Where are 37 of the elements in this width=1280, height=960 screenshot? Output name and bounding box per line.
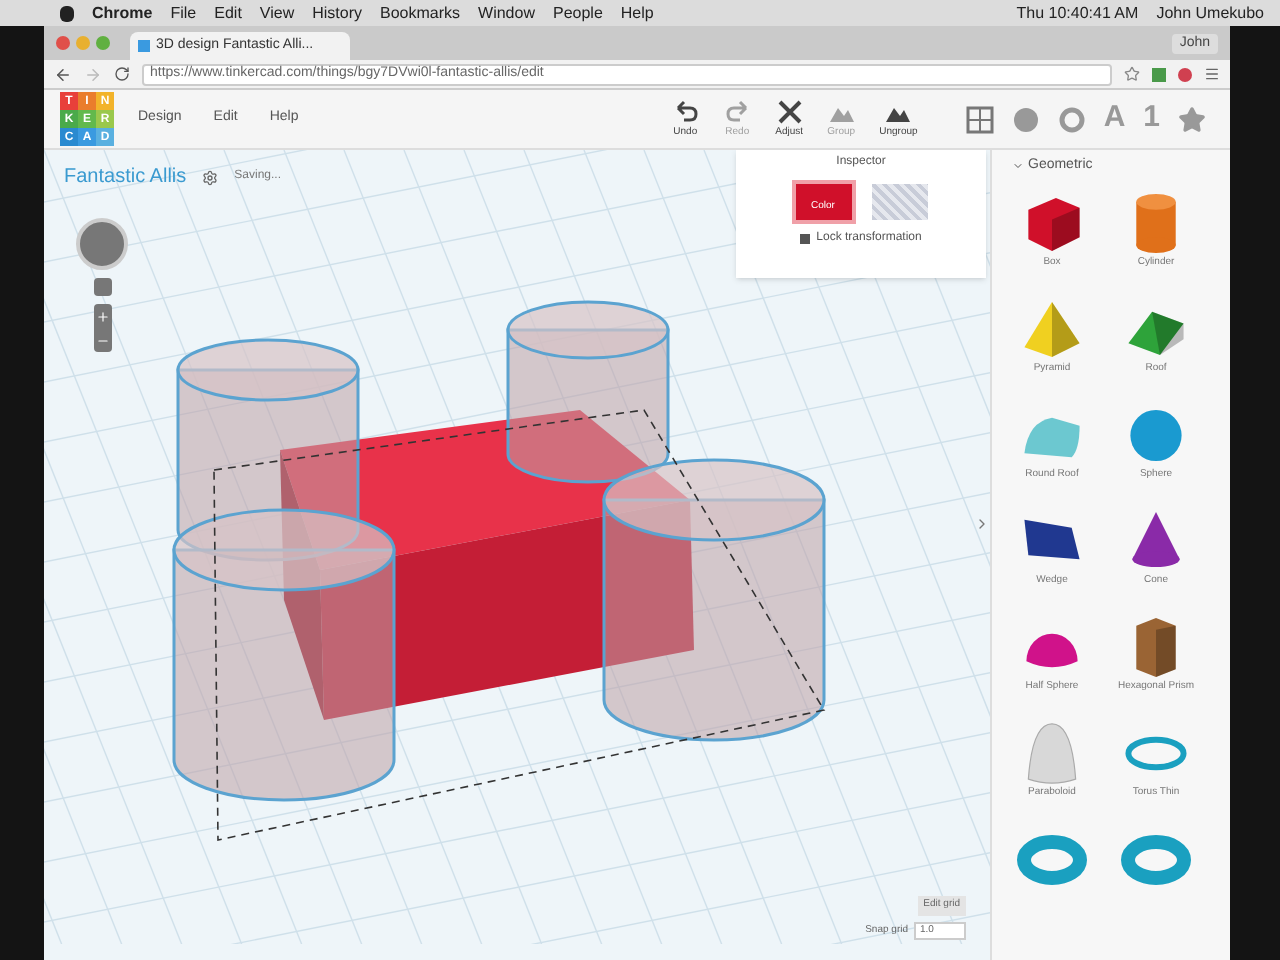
favicon-icon	[138, 40, 150, 52]
cylinder-hole[interactable]	[602, 458, 826, 742]
zoom-out-button[interactable]	[93, 328, 111, 352]
menu-bar-item[interactable]: File	[170, 1, 197, 25]
menu-bar-item[interactable]: History	[312, 1, 363, 25]
fit-view-icon[interactable]	[93, 278, 111, 296]
close-icon	[775, 100, 804, 124]
menu-bar-item[interactable]: Help	[620, 1, 654, 25]
menu-bar-item[interactable]: Chrome	[92, 1, 153, 25]
ring-icon[interactable]	[1057, 105, 1086, 133]
caret-icon[interactable]	[1012, 160, 1024, 173]
grid-icon[interactable]	[965, 105, 994, 133]
hole-swatch[interactable]	[871, 184, 927, 220]
zoom-in-button[interactable]	[93, 304, 111, 328]
chevron-icon[interactable]	[974, 516, 990, 532]
undo-icon	[671, 100, 700, 124]
settings-icon[interactable]	[202, 169, 219, 185]
orbit-control[interactable]	[76, 218, 128, 270]
menu-bar-item[interactable]: People	[552, 1, 603, 25]
menu-bar-item[interactable]: Edit	[214, 1, 242, 25]
menu-bar-item[interactable]: View	[259, 1, 295, 25]
star-icon[interactable]	[1178, 105, 1206, 133]
lock-icon[interactable]	[800, 234, 811, 244]
menu-bar-item[interactable]: Window	[478, 1, 535, 25]
clock: Thu 10:40:41 AM	[1016, 1, 1139, 25]
cylinder-hole[interactable]	[172, 508, 396, 802]
menu-icon[interactable]	[1204, 66, 1220, 82]
plus-icon	[95, 309, 109, 323]
ball-icon[interactable]	[1011, 105, 1040, 133]
apple-icon[interactable]	[60, 5, 74, 21]
reload-icon[interactable]	[114, 66, 130, 82]
bookmark-star-icon[interactable]	[1124, 66, 1140, 82]
redo-icon	[723, 100, 752, 124]
menu-bar-item[interactable]: Bookmarks	[380, 1, 461, 25]
back-icon[interactable]	[54, 65, 72, 83]
user-name[interactable]: John Umekubo	[1156, 1, 1264, 25]
cylinder-hole[interactable]	[506, 300, 670, 484]
